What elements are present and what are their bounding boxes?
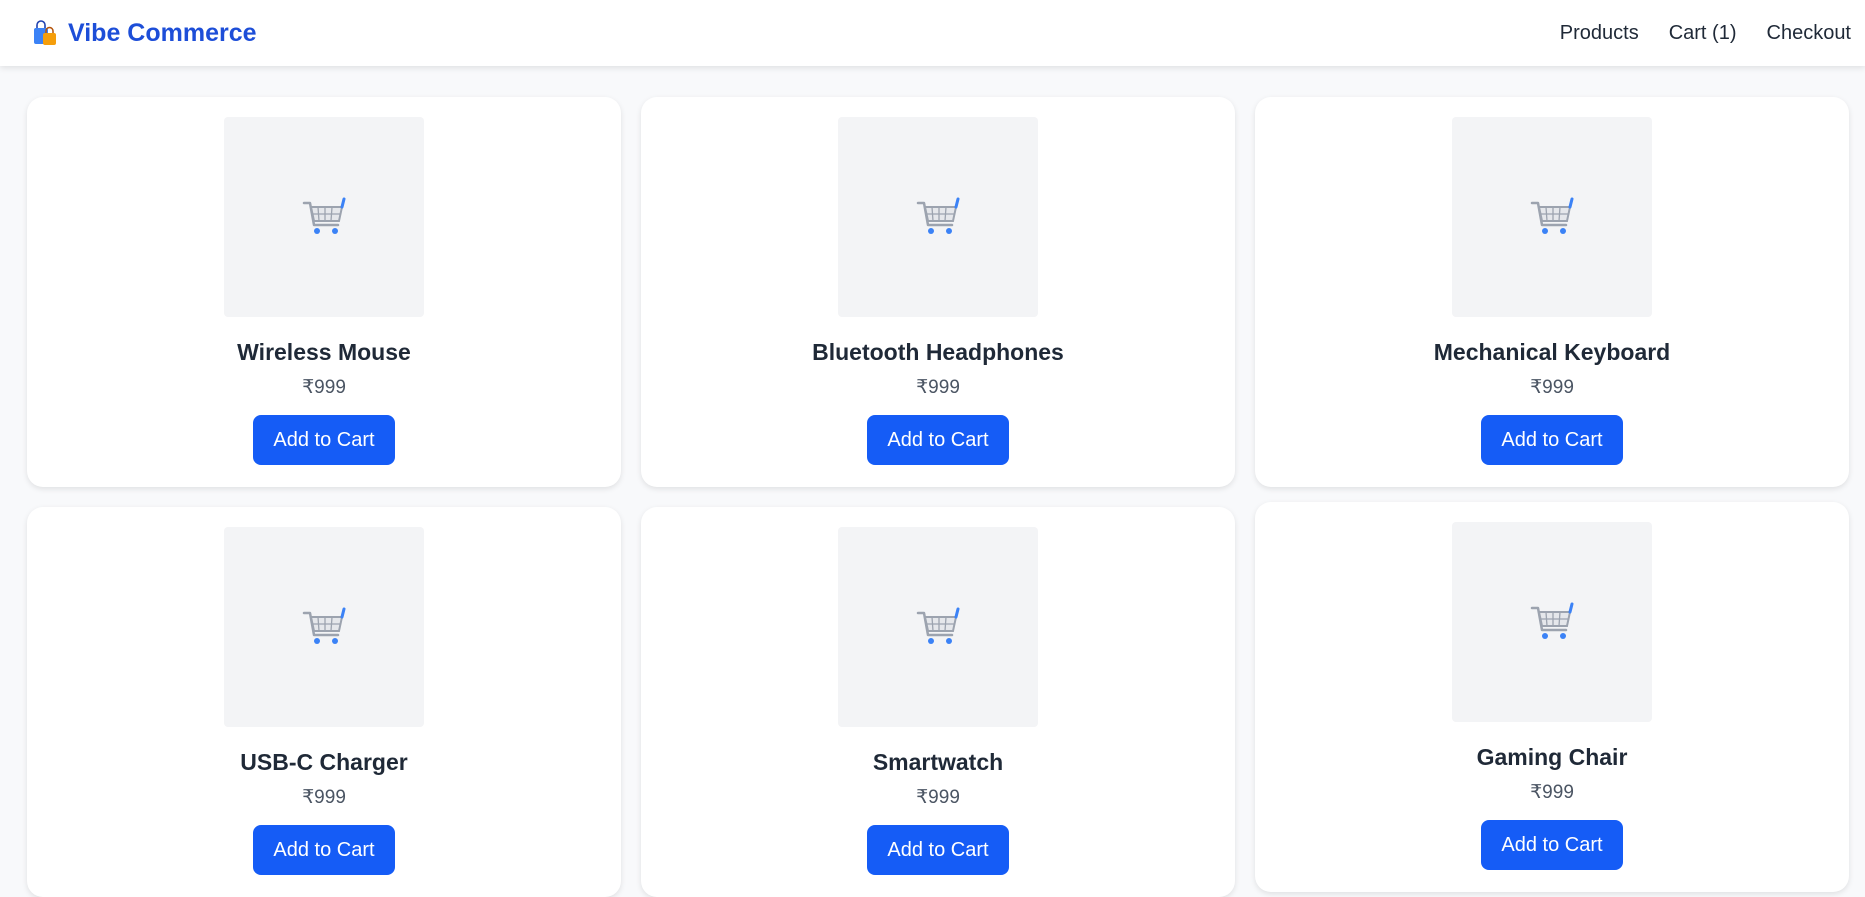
product-price: ₹999: [916, 787, 960, 808]
nav-cart-link[interactable]: Cart (1): [1669, 22, 1737, 45]
shopping-cart-icon: [914, 603, 962, 651]
product-name: Bluetooth Headphones: [812, 339, 1064, 365]
shopping-bags-icon: [30, 18, 60, 48]
brand-name: Vibe Commerce: [68, 18, 257, 47]
product-price: ₹999: [302, 377, 346, 398]
top-navbar: Vibe Commerce Products Cart (1) Checkout: [0, 0, 1865, 66]
nav-links: Products Cart (1) Checkout: [1560, 22, 1851, 45]
nav-products-link[interactable]: Products: [1560, 22, 1639, 45]
product-name: Mechanical Keyboard: [1433, 339, 1671, 365]
product-grid: Wireless Mouse ₹999 Add to Cart Bluetoot…: [27, 97, 1849, 897]
add-to-cart-button[interactable]: Add to Cart: [1481, 415, 1623, 465]
product-card: Smartwatch ₹999 Add to Cart: [641, 507, 1235, 897]
shopping-cart-icon: [1528, 598, 1576, 646]
add-to-cart-button[interactable]: Add to Cart: [1481, 820, 1623, 870]
add-to-cart-button[interactable]: Add to Cart: [867, 825, 1009, 875]
shopping-cart-icon: [914, 193, 962, 241]
shopping-cart-icon: [300, 603, 348, 651]
shopping-cart-icon: [300, 193, 348, 241]
product-price: ₹999: [916, 377, 960, 398]
product-card: Mechanical Keyboard ₹999 Add to Cart: [1255, 97, 1849, 487]
product-image: [224, 117, 424, 317]
add-to-cart-button[interactable]: Add to Cart: [867, 415, 1009, 465]
add-to-cart-button[interactable]: Add to Cart: [253, 825, 395, 875]
product-price: ₹999: [302, 787, 346, 808]
product-image: [838, 527, 1038, 727]
product-name: Smartwatch: [872, 749, 1004, 775]
product-image: [838, 117, 1038, 317]
product-card: Bluetooth Headphones ₹999 Add to Cart: [641, 97, 1235, 487]
shopping-cart-icon: [1528, 193, 1576, 241]
product-image: [1452, 522, 1652, 722]
product-name: Wireless Mouse: [237, 339, 411, 365]
product-name: USB-C Charger: [240, 749, 408, 775]
nav-checkout-link[interactable]: Checkout: [1767, 22, 1852, 45]
product-price: ₹999: [1530, 377, 1574, 398]
product-card: Wireless Mouse ₹999 Add to Cart: [27, 97, 621, 487]
product-card: Gaming Chair ₹999 Add to Cart: [1255, 502, 1849, 892]
product-image: [224, 527, 424, 727]
product-image: [1452, 117, 1652, 317]
add-to-cart-button[interactable]: Add to Cart: [253, 415, 395, 465]
brand[interactable]: Vibe Commerce: [30, 18, 257, 48]
product-name: Gaming Chair: [1476, 744, 1628, 770]
product-price: ₹999: [1530, 782, 1574, 803]
product-card: USB-C Charger ₹999 Add to Cart: [27, 507, 621, 897]
